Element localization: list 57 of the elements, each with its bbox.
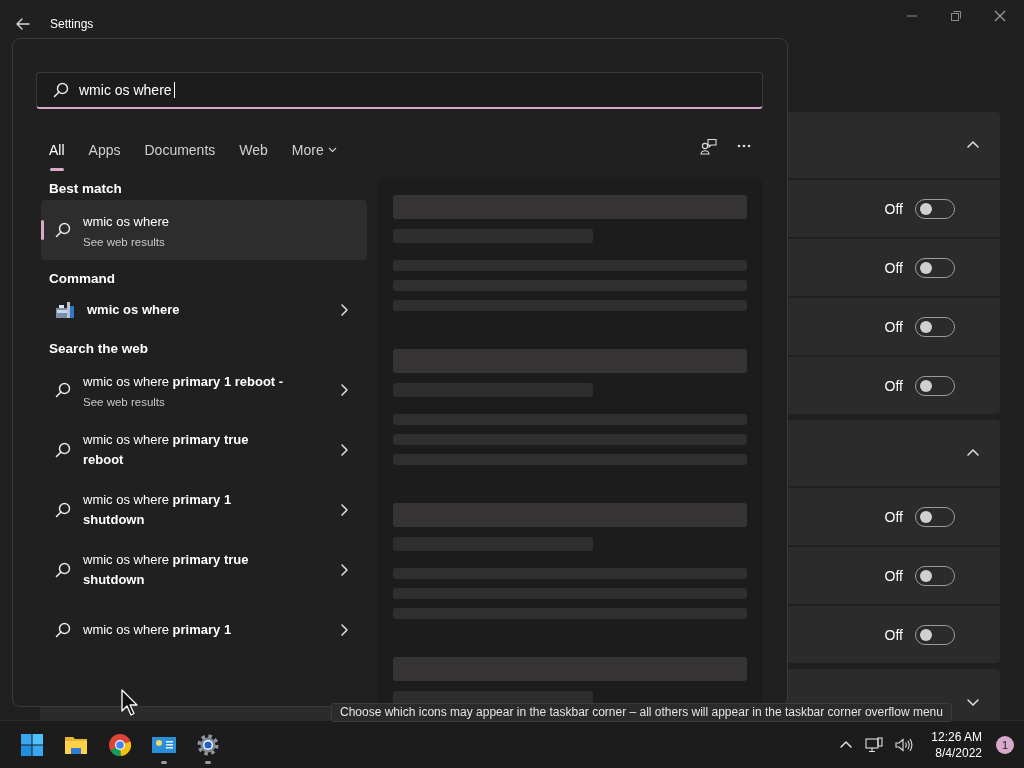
search-icon: [55, 502, 71, 518]
result-title: wmic os where primary 1 shutdown: [83, 491, 233, 529]
search-icon: [55, 622, 71, 638]
search-icon: [55, 562, 71, 578]
volume-icon[interactable]: [895, 736, 914, 753]
clock-date[interactable]: 8/4/2022: [935, 744, 982, 761]
result-item[interactable]: wmic os where: [41, 290, 367, 330]
toggle-status: Off: [884, 377, 903, 394]
text-cursor: [173, 82, 175, 98]
result-item[interactable]: wmic os where primary 1 shutdown: [41, 480, 367, 540]
toggle-status: Off: [884, 200, 903, 217]
filter-tab[interactable]: All: [49, 129, 65, 171]
result-title: wmic os where: [83, 213, 170, 231]
result-subtitle: See web results: [83, 396, 166, 408]
toggle-status: Off: [884, 508, 903, 525]
section-heading: Best match: [48, 180, 123, 198]
result-title: wmic os where: [87, 301, 181, 319]
result-title: wmic os where primary 1 reboot -: [83, 373, 285, 391]
filter-tab[interactable]: Documents: [144, 129, 216, 171]
result-item[interactable]: wmic os where primary true reboot: [41, 420, 367, 480]
window-title: Settings: [50, 17, 94, 31]
result-title: wmic os where primary true shutdown: [83, 551, 250, 589]
clock-time[interactable]: 12:26 AM: [931, 728, 982, 745]
person-chat-icon[interactable]: [700, 137, 717, 155]
search-icon: [53, 82, 69, 98]
result-item[interactable]: wmic os where primary 1 reboot - See web results: [41, 360, 367, 420]
dropdown-tab[interactable]: More: [291, 129, 337, 171]
filter-tab[interactable]: Web: [239, 129, 268, 171]
search-field[interactable]: wmic os where: [36, 72, 763, 109]
result-subtitle: See web results: [83, 236, 166, 248]
start-icon[interactable]: [20, 732, 44, 757]
section-heading: Search the web: [48, 340, 150, 358]
result-item[interactable]: wmic os where primary true shutdown: [41, 540, 367, 600]
filter-tab[interactable]: Apps: [88, 129, 121, 171]
toggle-status: Off: [884, 318, 903, 335]
more-icon[interactable]: [737, 144, 751, 148]
caret-icon: [327, 147, 337, 153]
toggle-status: Off: [884, 259, 903, 276]
restore-icon[interactable]: [950, 10, 962, 22]
search-icon: [55, 222, 71, 238]
result-title: wmic os where primary 1: [83, 621, 233, 639]
network-icon[interactable]: [865, 736, 884, 753]
toggle-status: Off: [884, 567, 903, 584]
tooltip: Choose which icons may appear in the taskbar corner – all others will appear in the taskbar corner overflow menu: [331, 703, 952, 722]
search-icon: [55, 442, 71, 458]
back-arrow-icon[interactable]: [16, 18, 30, 30]
section-heading: Command: [48, 270, 116, 288]
toggle-status: Off: [884, 626, 903, 643]
app-icon: [55, 300, 75, 320]
browser-icon[interactable]: [108, 732, 132, 757]
search-icon: [55, 382, 71, 398]
gear-icon[interactable]: [196, 732, 220, 757]
notification-badge[interactable]: 1: [996, 735, 1014, 754]
close-icon[interactable]: [994, 10, 1006, 22]
result-title: wmic os where primary true reboot: [83, 431, 250, 469]
result-item[interactable]: wmic os where primary 1: [41, 600, 367, 660]
result-item[interactable]: wmic os where See web results: [41, 200, 367, 260]
